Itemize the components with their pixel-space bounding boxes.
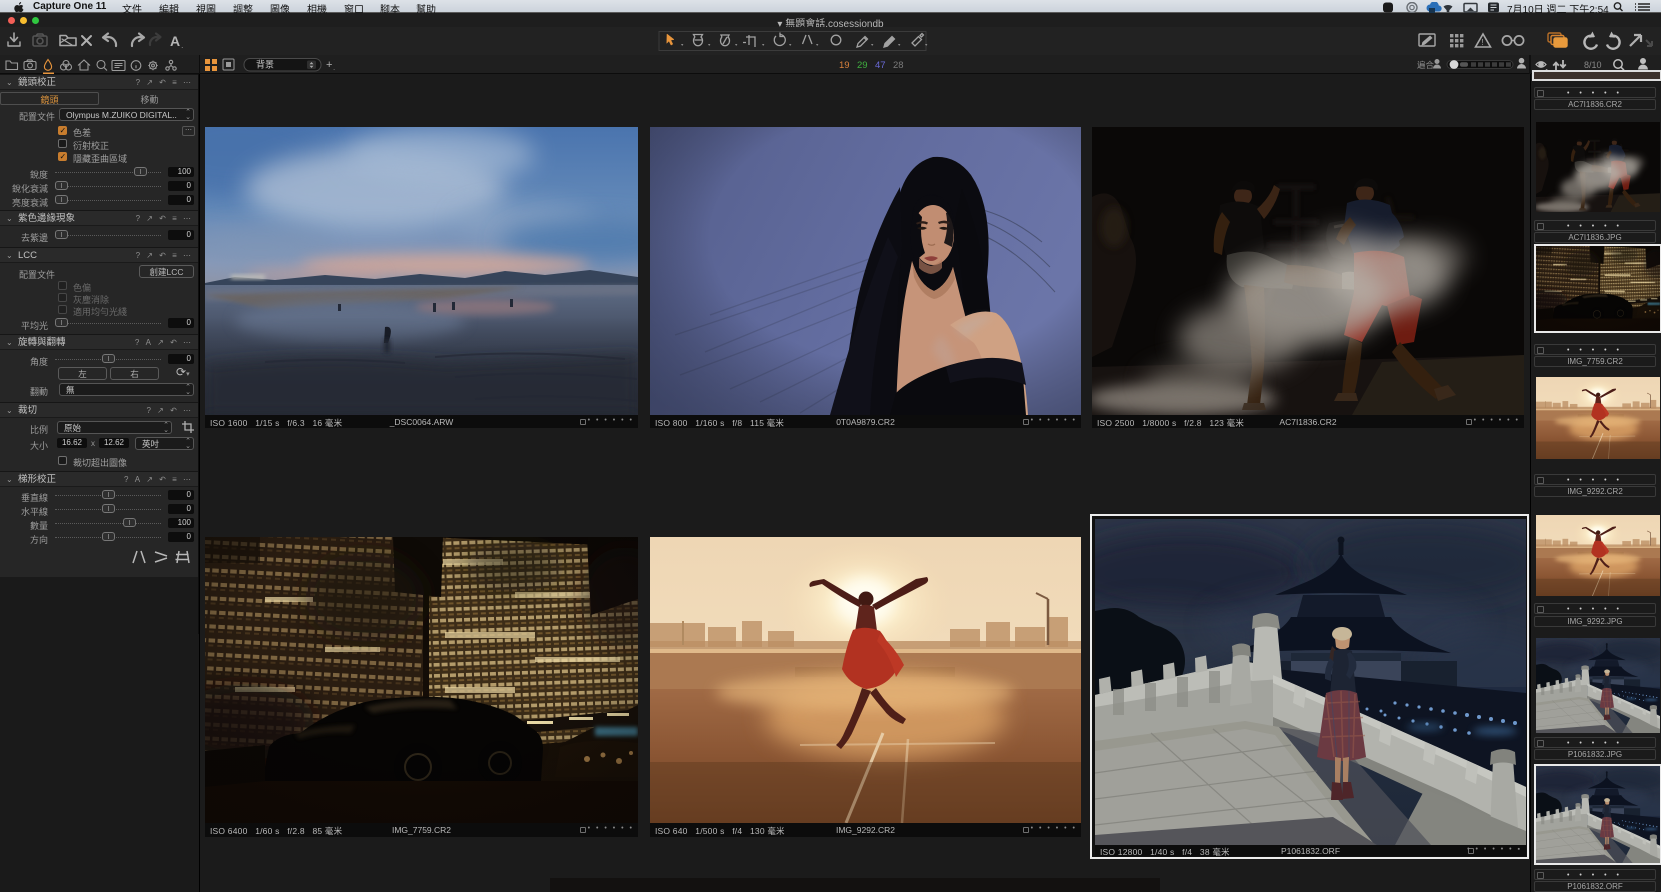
- svg-text:29: 29: [857, 60, 868, 71]
- svg-text:+: +: [326, 59, 332, 71]
- svg-text:.: .: [333, 63, 335, 72]
- svg-text:8/10: 8/10: [1584, 60, 1602, 70]
- svg-text:28: 28: [893, 60, 904, 71]
- svg-text:47: 47: [875, 60, 886, 71]
- svg-text:!: !: [1482, 38, 1484, 47]
- svg-text:.: .: [181, 40, 184, 50]
- svg-text:遍合: 遍合: [1417, 60, 1435, 70]
- svg-text:19: 19: [839, 60, 850, 71]
- svg-text:背景: 背景: [256, 59, 274, 70]
- svg-text:A: A: [170, 33, 180, 49]
